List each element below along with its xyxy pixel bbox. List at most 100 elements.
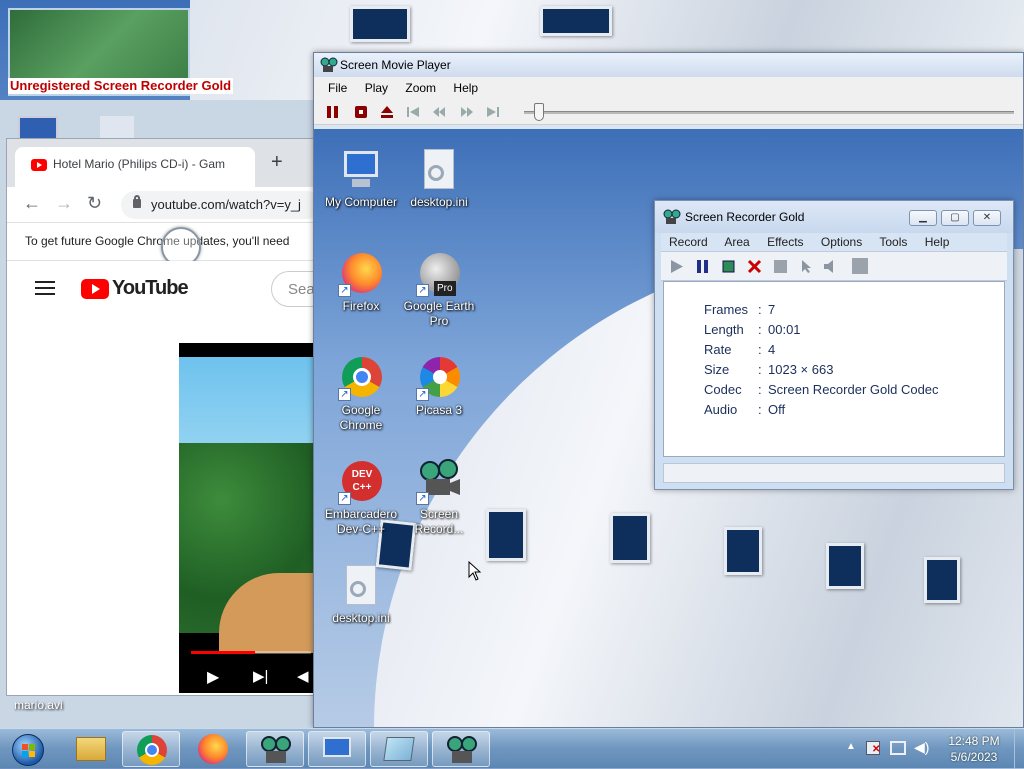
skip-end-icon[interactable] <box>486 105 500 119</box>
player-title: Screen Movie Player <box>340 58 451 72</box>
desktop-icon-desktop-ini[interactable]: desktop.ini <box>400 147 478 210</box>
desktop-icon-firefox[interactable]: ↗ Firefox <box>322 251 400 314</box>
start-button[interactable] <box>2 731 54 767</box>
rewind-icon[interactable] <box>432 105 446 119</box>
player-window-icon <box>383 737 415 761</box>
tab-youtube[interactable]: Hotel Mario (Philips CD-i) - Gam <box>15 147 255 187</box>
taskbar: ▲ ✕ ◀) 12:48 PM 5/6/2023 <box>0 728 1024 769</box>
video-controls: ▶ ▶| ◀ <box>179 661 313 693</box>
pause-icon[interactable] <box>695 259 710 274</box>
firefox-icon: ↗ <box>338 251 384 297</box>
desktop-icon-screen-recorder[interactable]: ↗ Screen Record... <box>400 459 478 537</box>
pause-icon[interactable] <box>326 105 340 119</box>
taskbar-my-computer[interactable] <box>308 731 366 767</box>
close-button[interactable]: ✕ <box>973 210 1001 226</box>
desktop-icon-my-computer[interactable]: My Computer <box>322 147 400 210</box>
stop-icon[interactable] <box>354 105 368 119</box>
prop-frames: Frames:7 <box>704 302 776 317</box>
reload-icon[interactable]: ↻ <box>87 193 102 214</box>
film-reel-icon <box>320 57 338 72</box>
tray-overflow-icon[interactable]: ▲ <box>846 741 856 752</box>
desktop-icon-desktop-ini-2[interactable]: desktop.ini <box>322 563 400 626</box>
building-window <box>826 543 864 589</box>
monitor-icon <box>323 737 351 757</box>
youtube-logo-icon[interactable] <box>81 279 109 299</box>
back-arrow-icon[interactable]: ← <box>23 193 41 214</box>
film-reel-icon <box>447 736 477 763</box>
show-desktop-button[interactable] <box>1014 729 1024 769</box>
youtube-header: YouTube Sea <box>7 261 313 317</box>
tray-clock[interactable]: 12:48 PM 5/6/2023 <box>944 733 1004 765</box>
menu-effects[interactable]: Effects <box>767 235 803 249</box>
skip-start-icon[interactable] <box>406 105 420 119</box>
chrome-icon: ↗ <box>338 355 384 401</box>
screen-recorder-gold-window: Screen Recorder Gold ▁ ▢ ✕ Record Area E… <box>654 200 1014 490</box>
new-tab-button[interactable]: + <box>271 151 283 174</box>
cursor-icon[interactable] <box>799 259 814 274</box>
taskbar-screen-player[interactable] <box>370 731 428 767</box>
clock-time: 12:48 PM <box>948 734 1000 748</box>
update-infobar: To get future Google Chrome updates, you… <box>7 223 313 261</box>
windows-orb-icon <box>12 734 44 766</box>
player-menubar: File Play Zoom Help <box>314 77 1023 99</box>
building-window <box>486 509 526 561</box>
stop-icon[interactable] <box>721 259 736 274</box>
youtube-search-input[interactable]: Sea <box>271 271 313 307</box>
volume-icon[interactable]: ◀ <box>297 667 309 685</box>
picasa-icon: ↗ <box>416 355 462 401</box>
mario-file-label[interactable]: mario.avi <box>14 698 63 712</box>
mute-icon[interactable] <box>823 259 838 274</box>
youtube-wordmark[interactable]: YouTube <box>112 277 189 300</box>
prop-length: Length:00:01 <box>704 322 801 337</box>
network-icon[interactable] <box>890 741 906 755</box>
menu-area[interactable]: Area <box>724 235 749 249</box>
tab-title: Hotel Mario (Philips CD-i) - Gam <box>53 157 226 171</box>
forward-arrow-icon[interactable]: → <box>55 193 73 214</box>
menu-icon[interactable] <box>35 281 55 295</box>
firefox-icon <box>198 734 228 764</box>
action-center-icon[interactable]: ✕ <box>866 741 880 755</box>
playback-slider-thumb[interactable] <box>534 103 544 121</box>
mouse-pointer-icon <box>468 561 482 581</box>
cancel-icon[interactable] <box>747 259 762 274</box>
taskbar-chrome[interactable] <box>122 731 180 767</box>
building-window <box>540 6 612 36</box>
menu-tools[interactable]: Tools <box>879 235 907 249</box>
address-bar[interactable]: youtube.com/watch?v=y_j <box>121 191 313 219</box>
taskbar-recorder-gold[interactable] <box>432 731 490 767</box>
menu-file[interactable]: File <box>328 81 347 95</box>
eject-icon[interactable] <box>380 105 394 119</box>
prop-rate: Rate:4 <box>704 342 776 357</box>
volume-icon[interactable]: ◀) <box>914 739 929 756</box>
desktop-icon-devcpp[interactable]: DEV C++ ↗ Embarcadero Dev-C++ <box>322 459 400 537</box>
desktop-icon-google-chrome[interactable]: ↗ Google Chrome <box>322 355 400 433</box>
play-icon[interactable] <box>669 259 684 274</box>
prop-codec: Codec: Screen Recorder Gold Codec <box>704 382 939 397</box>
video-player[interactable]: ▶ ▶| ◀ <box>179 343 313 693</box>
desktop-icon-google-earth[interactable]: Pro ↗ Google Earth Pro <box>400 251 478 329</box>
maximize-button[interactable]: ▢ <box>941 210 969 226</box>
fast-forward-icon[interactable] <box>460 105 474 119</box>
playback-slider-track[interactable] <box>524 111 1014 114</box>
folder-icon <box>76 737 106 761</box>
taskbar-screen-recorder[interactable] <box>246 731 304 767</box>
menu-play[interactable]: Play <box>365 81 388 95</box>
menu-help[interactable]: Help <box>453 81 478 95</box>
url-text: youtube.com/watch?v=y_j <box>151 197 301 212</box>
taskbar-explorer[interactable] <box>62 731 120 767</box>
settings-icon[interactable] <box>851 257 869 275</box>
menu-zoom[interactable]: Zoom <box>405 81 436 95</box>
taskbar-firefox[interactable] <box>184 731 242 767</box>
menu-record[interactable]: Record <box>669 235 708 249</box>
building-window <box>610 513 650 563</box>
menu-help[interactable]: Help <box>925 235 950 249</box>
next-icon[interactable]: ▶| <box>253 667 268 685</box>
desktop-icon-picasa[interactable]: ↗ Picasa 3 <box>400 355 478 418</box>
play-icon[interactable]: ▶ <box>207 667 219 687</box>
player-titlebar: Screen Movie Player <box>314 53 1023 77</box>
area-icon[interactable] <box>773 259 788 274</box>
menu-options[interactable]: Options <box>821 235 862 249</box>
chrome-window: Hotel Mario (Philips CD-i) - Gam + ← → ↻… <box>6 138 314 696</box>
minimize-button[interactable]: ▁ <box>909 210 937 226</box>
youtube-favicon-icon <box>31 159 47 171</box>
